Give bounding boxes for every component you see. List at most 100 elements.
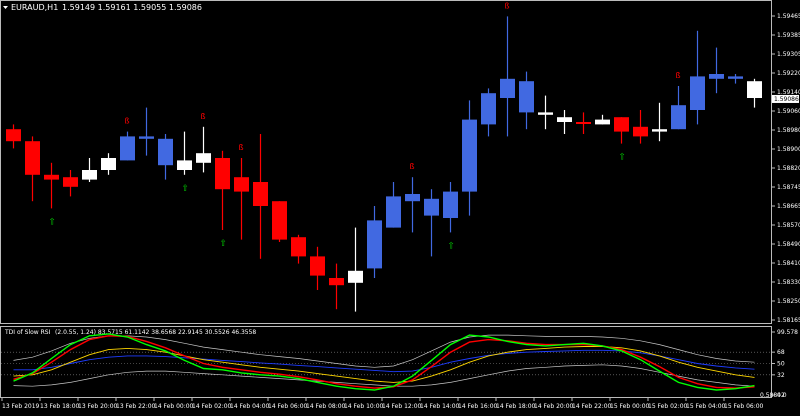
sell-arrow-icon: ß	[201, 112, 206, 121]
candle-body	[196, 153, 211, 163]
indicator-tick-label: 99.578	[777, 329, 798, 336]
time-tick-label: 15 Feb 02:00	[648, 403, 688, 410]
time-tick-label: 13 Feb 2019	[2, 403, 40, 410]
time-tick-label: 13 Feb 18:00	[40, 403, 80, 410]
buy-arrow-icon: ⇧	[619, 153, 627, 163]
candle-body	[25, 141, 40, 175]
indicator-params: (2.0.55, 1.24) 83.5715 61.1142 38.6568 2…	[55, 329, 256, 336]
sell-arrow-icon: ß	[410, 162, 415, 171]
indicator-tick-label: 50	[777, 361, 785, 368]
candle-body	[557, 117, 572, 122]
price-tick-label: 1.58980	[777, 127, 800, 134]
time-tick-label: 15 Feb 06:00	[724, 403, 764, 410]
candle-body	[462, 119, 477, 192]
candle-body	[120, 136, 135, 161]
price-tick-label: 1.59220	[777, 70, 800, 77]
time-tick-label: 14 Feb 18:00	[496, 403, 536, 410]
candle-body	[367, 220, 382, 269]
price-tick-label: 1.58330	[777, 279, 800, 286]
dropdown-triangle-icon[interactable]	[3, 6, 8, 9]
price-tick-label: 1.58490	[777, 241, 800, 248]
candle-body	[158, 138, 173, 166]
candle-body	[690, 76, 705, 110]
candle-body	[671, 105, 686, 130]
candle-body	[329, 278, 344, 286]
sell-arrow-icon: ß	[239, 143, 244, 152]
time-tick-label: 15 Feb 00:00	[610, 403, 650, 410]
candle-body	[481, 93, 496, 125]
candle-body	[709, 74, 724, 79]
candle-body	[177, 160, 192, 170]
chart-window[interactable]: EURAUD,H1 1.59149 1.59161 1.59055 1.5908…	[0, 0, 800, 412]
candle-body	[101, 158, 116, 170]
candle-body	[6, 129, 21, 142]
indicator-bottom-label: 0.58842	[760, 392, 785, 399]
time-tick-label: 14 Feb 00:00	[154, 403, 194, 410]
buy-arrow-icon: ⇧	[220, 239, 228, 249]
sell-arrow-icon: ß	[125, 117, 130, 126]
sell-arrow-icon: ß	[505, 1, 510, 10]
time-axis: 13 Feb 2019 13 Feb 18:0013 Feb 20:0013 Fe…	[1, 398, 764, 410]
candle-body	[595, 119, 610, 125]
candle-body	[215, 158, 230, 190]
time-tick-label: 14 Feb 10:00	[344, 403, 384, 410]
sell-arrow-icon: ß	[676, 71, 681, 80]
chart-canvas[interactable]: EURAUD,H1 1.59149 1.59161 1.59055 1.5908…	[0, 0, 800, 412]
time-tick-label: 14 Feb 04:00	[230, 403, 270, 410]
candle-body	[652, 129, 667, 132]
time-tick-label: 14 Feb 06:00	[268, 403, 308, 410]
candle-body	[519, 81, 534, 113]
time-tick-label: 14 Feb 20:00	[534, 403, 574, 410]
time-tick-label: 14 Feb 16:00	[458, 403, 498, 410]
buy-arrow-icon: ⇧	[182, 184, 190, 194]
price-tick-label: 1.58745	[777, 184, 800, 191]
time-tick-label: 14 Feb 02:00	[192, 403, 232, 410]
price-tick-label: 1.59385	[777, 32, 800, 39]
price-tick-label: 1.59465	[777, 13, 800, 20]
candle-body	[82, 170, 97, 180]
indicator-tick-label: 32	[777, 372, 785, 379]
time-tick-label: 15 Feb 04:00	[686, 403, 726, 410]
candle-body	[576, 122, 591, 124]
buy-arrow-icon: ⇧	[448, 241, 456, 251]
price-tick-label: 1.59305	[777, 51, 800, 58]
candle-body	[44, 174, 59, 180]
candle-body	[63, 177, 78, 187]
time-tick-label: 13 Feb 20:00	[78, 403, 118, 410]
main-chart-frame	[0, 0, 772, 324]
indicator-title: TDI of Slow RSI	[4, 329, 51, 336]
candle-body	[139, 136, 154, 139]
candle-body	[234, 177, 249, 192]
indicator-axis: 99.5786850320.00.58842	[760, 329, 798, 399]
candle-body	[747, 81, 762, 98]
candle-body	[310, 256, 325, 276]
current-price-label: 1.59086	[774, 96, 799, 103]
price-tick-label: 1.58410	[777, 260, 800, 267]
time-tick-label: 14 Feb 08:00	[306, 403, 346, 410]
signal-arrows: ß ß ß ß ß ß ⇧ ⇧ ⇧ ⇧ ⇧	[49, 1, 681, 251]
ohlc-readout: 1.59149 1.59161 1.59055 1.59086	[62, 3, 202, 12]
candle-body	[443, 191, 458, 218]
price-tick-label: 1.58250	[777, 298, 800, 305]
candle-body	[405, 194, 420, 202]
time-tick-label: 13 Feb 22:00	[116, 403, 156, 410]
candle-body	[386, 196, 401, 228]
candle-body	[424, 198, 439, 216]
price-tick-label: 1.59140	[777, 89, 800, 96]
candle-body	[291, 237, 306, 257]
candle-body	[633, 126, 648, 137]
time-tick-label: 14 Feb 12:00	[382, 403, 422, 410]
price-tick-label: 1.58900	[777, 146, 800, 153]
indicator-tick-label: 68	[777, 349, 785, 356]
candles	[6, 16, 762, 312]
candle-body	[272, 201, 287, 240]
candle-body	[538, 112, 553, 115]
symbol-timeframe: EURAUD,H1	[11, 3, 58, 12]
buy-arrow-icon: ⇧	[49, 217, 57, 227]
tdi-lines	[13, 333, 755, 391]
time-tick-label: 14 Feb 22:00	[572, 403, 612, 410]
candle-body	[500, 78, 515, 98]
candle-body	[253, 182, 268, 206]
candle-body	[614, 117, 629, 132]
price-tick-label: 1.58165	[777, 317, 800, 324]
